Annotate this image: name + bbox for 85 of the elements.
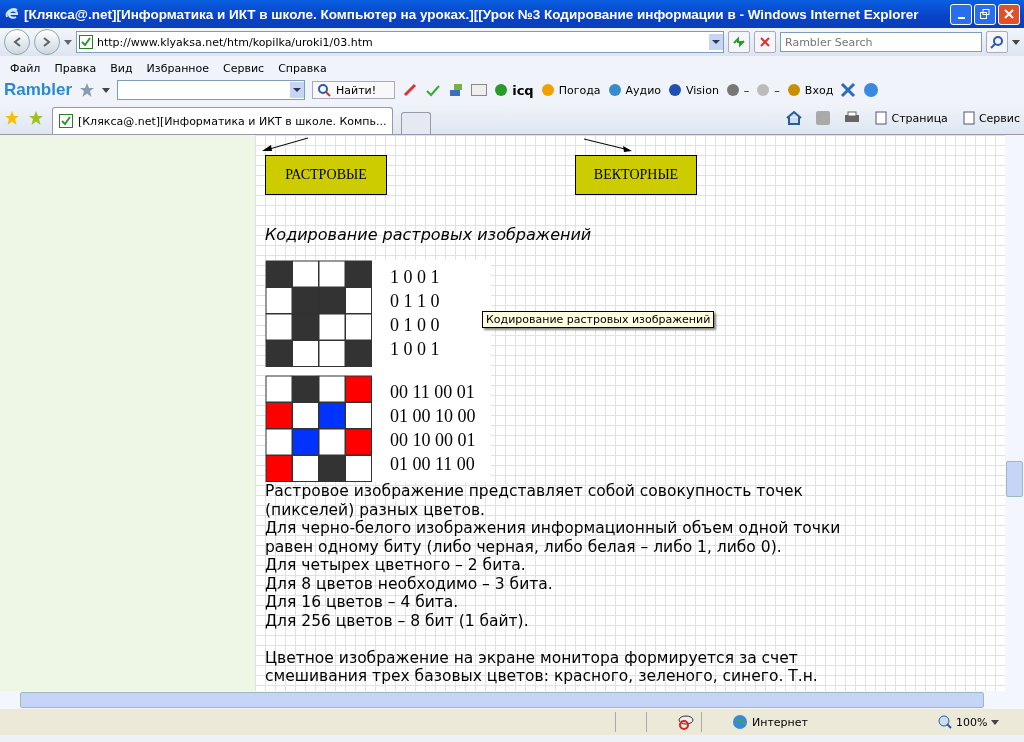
menu-item[interactable]: Сервис xyxy=(223,61,265,75)
privacy-icon[interactable] xyxy=(677,714,695,730)
category-box: РАСТРОВЫЕ xyxy=(265,155,387,195)
text-line: смешивания трех базовых цветов: красного, зеленого, синего. Т.н. xyxy=(265,667,819,686)
magnifier-icon xyxy=(938,715,952,729)
new-tab-button[interactable] xyxy=(401,112,432,134)
binary-code: 00 10 00 01 xyxy=(390,430,476,451)
menu-item[interactable]: Файл xyxy=(10,61,41,75)
restore-button[interactable] xyxy=(974,3,996,25)
category-box: ВЕКТОРНЫЕ xyxy=(575,155,697,195)
envelope-icon[interactable] xyxy=(471,84,488,96)
home-icon[interactable] xyxy=(786,110,803,126)
pencil-icon[interactable] xyxy=(402,82,419,98)
dropdown-icon[interactable] xyxy=(290,82,305,98)
binary-code: 00 11 00 01 xyxy=(390,382,476,403)
menu-item[interactable]: Правка xyxy=(54,61,97,75)
text-line: Для 256 цветов – 8 бит (1 байт). xyxy=(265,611,530,630)
page-icon xyxy=(874,111,889,125)
caret-icon[interactable] xyxy=(1012,39,1020,45)
text-line: Для 16 цветов – 4 бита. xyxy=(265,593,460,612)
forward-button[interactable] xyxy=(34,29,60,55)
menu-item[interactable]: Вид xyxy=(110,61,133,75)
text-line: Для четырех цветного – 2 бита. xyxy=(265,556,527,575)
favorites-star-icon[interactable] xyxy=(4,110,20,126)
toolbar-item[interactable]: – xyxy=(725,83,750,97)
refresh-button[interactable] xyxy=(728,31,750,53)
text-line: Цветное изображение на экране монитора формируется за счет xyxy=(265,648,799,667)
binary-code: 1 0 0 1 xyxy=(390,339,440,360)
toolbar-item[interactable]: – xyxy=(756,83,780,97)
dropdown-icon[interactable] xyxy=(709,34,723,50)
text-line: (пикселей) разных цветов. xyxy=(265,500,486,519)
star-icon[interactable] xyxy=(79,82,96,98)
stop-button[interactable] xyxy=(754,31,776,53)
binary-code: 1 0 0 1 xyxy=(390,267,440,288)
section-heading: Кодирование растровых изображений xyxy=(265,225,593,244)
printer-icon[interactable] xyxy=(844,111,861,125)
restore-icon xyxy=(980,9,990,19)
text-line: Для 8 цветов необходимо – 3 бита. xyxy=(265,574,554,593)
close-button[interactable] xyxy=(998,3,1020,25)
toolbar-item[interactable]: Vision xyxy=(668,83,719,97)
binary-code: 01 00 10 00 xyxy=(390,406,476,427)
tooltip: Кодирование растровых изображений xyxy=(482,311,715,328)
toolbar-item[interactable]: Вход xyxy=(786,83,834,97)
search-field[interactable]: Rambler Search xyxy=(780,32,982,52)
address-field[interactable]: http://www.klyaksa.net/htm/kopilka/uroki1/03.htm xyxy=(76,31,724,53)
search-icon xyxy=(990,35,1004,49)
browser-logo-icon xyxy=(4,6,20,22)
caret-icon[interactable] xyxy=(102,87,111,93)
minimize-icon xyxy=(957,16,965,19)
menu-item[interactable]: Справка xyxy=(278,61,327,75)
arrow xyxy=(260,137,310,153)
window-title: [Кляксa@.net][Информатика и ИКТ в школе. Компьютер на уроках.][[Урок №3 Кодирование информации в - Windows Internet Explorer xyxy=(24,6,920,22)
toolbar-search-field[interactable] xyxy=(117,80,306,100)
close-icon xyxy=(1004,9,1014,19)
caret-icon[interactable] xyxy=(64,39,72,45)
scroll-thumb[interactable] xyxy=(1006,461,1023,497)
tools-icon[interactable] xyxy=(840,82,857,98)
find-button[interactable]: Найти! xyxy=(312,81,396,99)
refresh-icon xyxy=(732,35,746,49)
text-line: Растровое изображение представляет собой совокупность точек xyxy=(265,482,804,501)
binary-code: 0 1 1 0 xyxy=(390,291,440,312)
browser-tab[interactable]: [Кляксa@.net][Информатика и ИКТ в школе. Компь... xyxy=(52,107,394,134)
scroll-thumb[interactable] xyxy=(20,692,984,708)
toolbar-item[interactable]: icq xyxy=(494,82,534,98)
toolbar-item[interactable]: Аудио xyxy=(607,83,662,97)
back-button[interactable] xyxy=(4,29,30,55)
search-icon xyxy=(317,83,332,97)
zoom-control[interactable]: 100% xyxy=(938,715,1018,729)
command-menu[interactable]: Страница xyxy=(874,111,948,125)
page-icon xyxy=(79,35,93,49)
binary-code: 01 00 11 00 xyxy=(390,454,476,475)
caret-icon xyxy=(991,719,1000,725)
binary-code: 0 1 0 0 xyxy=(390,315,440,336)
blocks-icon[interactable] xyxy=(448,82,465,98)
menu-item[interactable]: Избранное xyxy=(146,61,210,75)
security-zone: Интернет xyxy=(732,714,932,730)
toolbar-item[interactable]: Погода xyxy=(540,83,601,97)
search-button[interactable] xyxy=(986,31,1008,53)
page-icon xyxy=(59,114,73,128)
text-line: Для черно-белого изображения информационный объем одной точки xyxy=(265,519,842,538)
page-icon xyxy=(961,111,976,125)
text-line: равен одному биту (либо черная, либо белая – либо 1, либо 0). xyxy=(265,537,783,556)
stop-icon xyxy=(759,36,771,48)
minimize-button[interactable] xyxy=(950,3,972,25)
command-menu[interactable]: Сервис xyxy=(961,111,1020,125)
